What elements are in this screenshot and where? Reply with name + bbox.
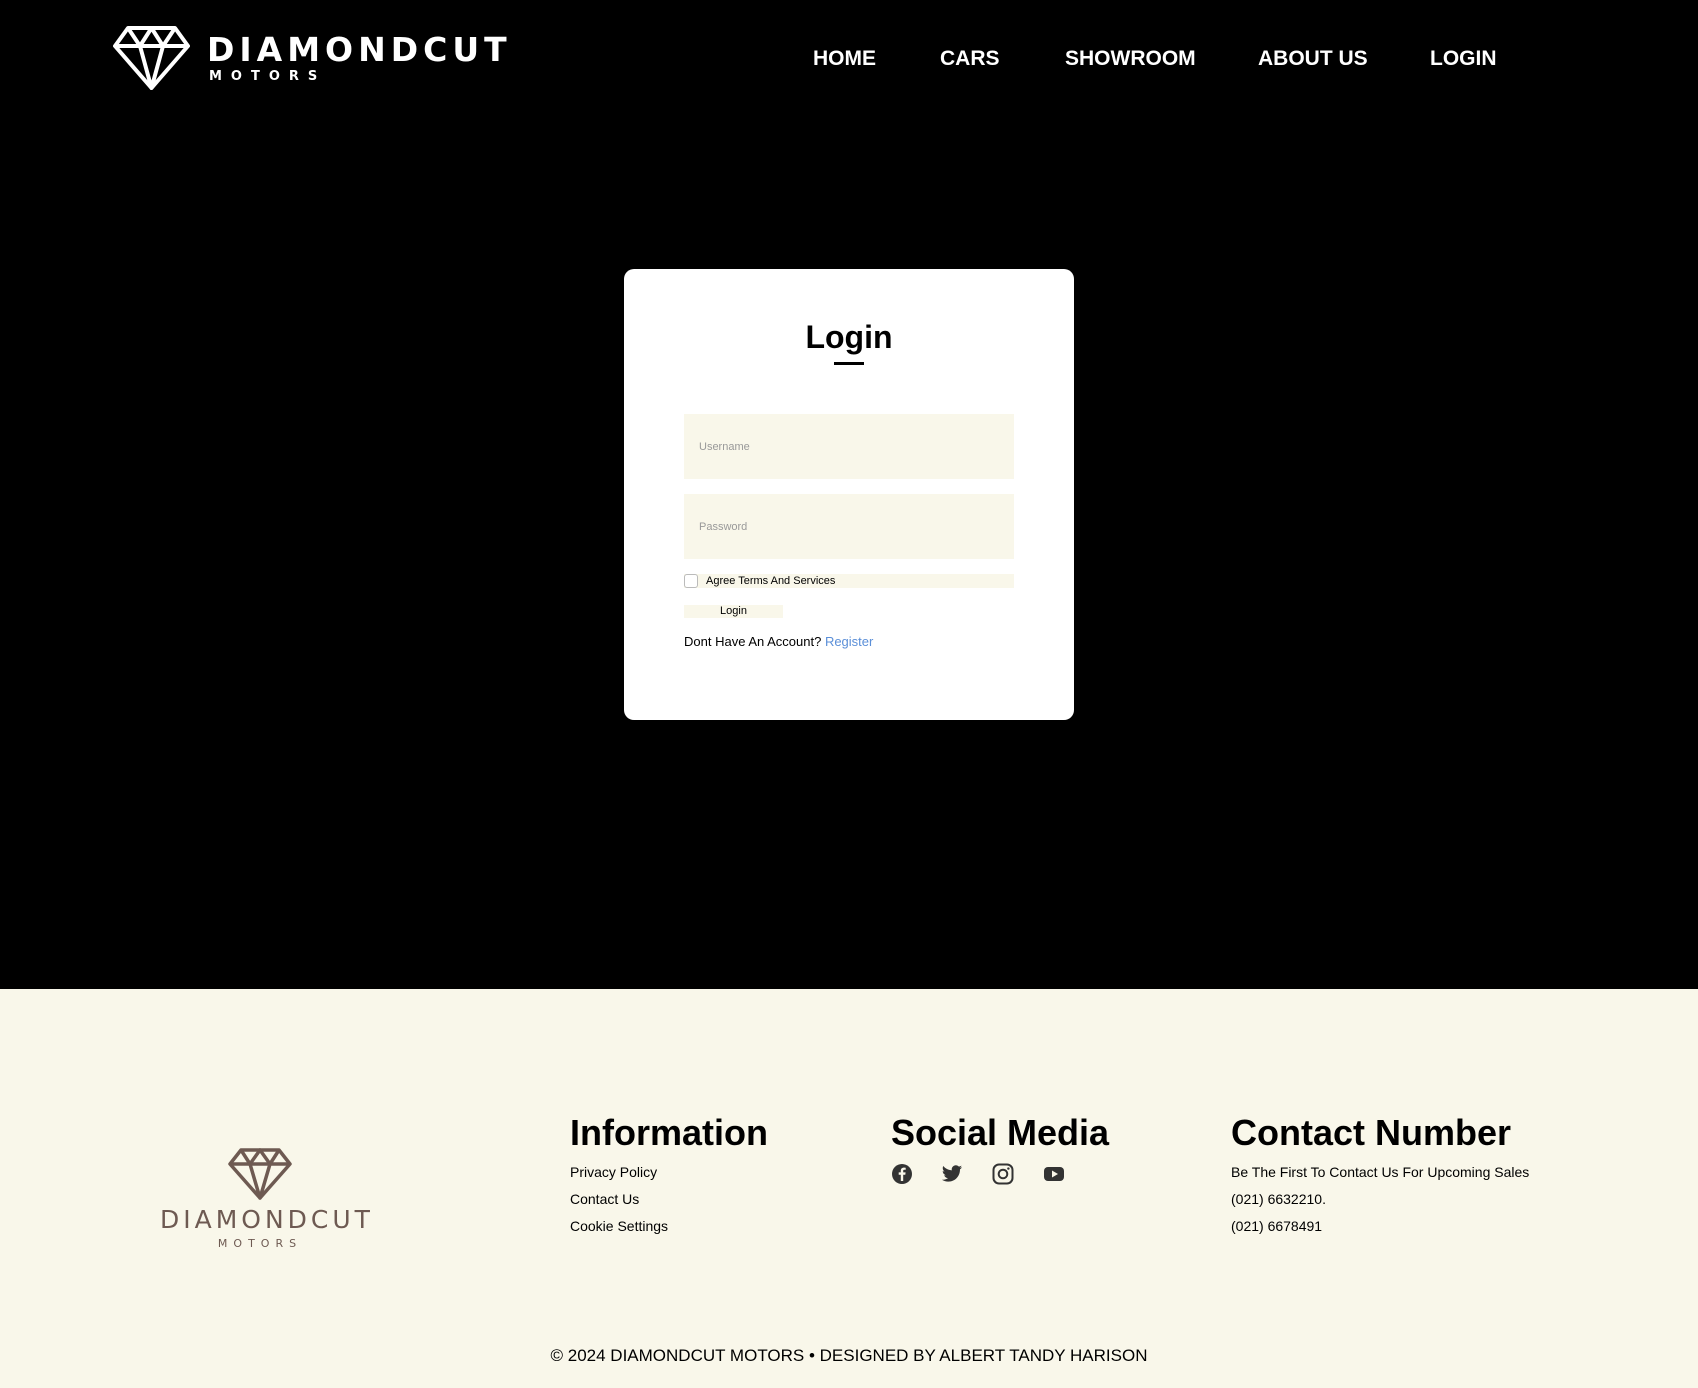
footer-logo[interactable]: DIAMONDCUT MOTORS (160, 1148, 374, 1250)
login-title: Login (805, 319, 893, 355)
register-prompt: Dont Have An Account? Register (684, 634, 873, 650)
copyright-text: © 2024 DIAMONDCUT MOTORS • DESIGNED BY A… (550, 1346, 1148, 1365)
title-underline (834, 362, 864, 365)
instagram-icon[interactable] (992, 1163, 1014, 1185)
site-header: DIAMONDCUT MOTORS HOME CARS SHOWROOM ABO… (0, 0, 1698, 115)
no-account-text: Dont Have An Account? (684, 634, 822, 649)
nav-about-us[interactable]: ABOUT US (1258, 44, 1368, 74)
footer-diamond-icon (228, 1148, 292, 1200)
main-nav: HOME CARS SHOWROOM ABOUT US LOGIN (0, 44, 1698, 74)
nav-login[interactable]: LOGIN (1430, 44, 1497, 74)
cookie-settings-link[interactable]: Cookie Settings (570, 1217, 668, 1235)
agree-checkbox[interactable] (684, 574, 698, 588)
social-media-heading: Social Media (891, 1112, 1110, 1153)
footer-brand-name: DIAMONDCUT (160, 1205, 374, 1234)
contact-us-link[interactable]: Contact Us (570, 1190, 639, 1208)
nav-home[interactable]: HOME (813, 44, 876, 74)
nav-showroom[interactable]: SHOWROOM (1065, 44, 1196, 74)
nav-cars[interactable]: CARS (940, 44, 1000, 74)
information-heading: Information (570, 1112, 768, 1153)
footer-brand-subtitle: MOTORS (217, 1237, 303, 1250)
twitter-icon[interactable] (941, 1163, 963, 1185)
password-input[interactable] (684, 494, 1014, 559)
contact-number-heading: Contact Number (1231, 1112, 1512, 1153)
login-button[interactable]: Login (684, 605, 783, 618)
agree-label: Agree Terms And Services (706, 575, 836, 587)
register-link[interactable]: Register (825, 634, 873, 649)
contact-tagline: Be The First To Contact Us For Upcoming … (1231, 1164, 1530, 1180)
privacy-policy-link[interactable]: Privacy Policy (570, 1163, 657, 1181)
phone-number-2: (021) 6678491 (1231, 1218, 1323, 1234)
youtube-icon[interactable] (1043, 1163, 1065, 1185)
username-input[interactable] (684, 414, 1014, 479)
phone-number-1: (021) 6632210. (1231, 1191, 1326, 1207)
facebook-icon[interactable] (891, 1163, 913, 1185)
